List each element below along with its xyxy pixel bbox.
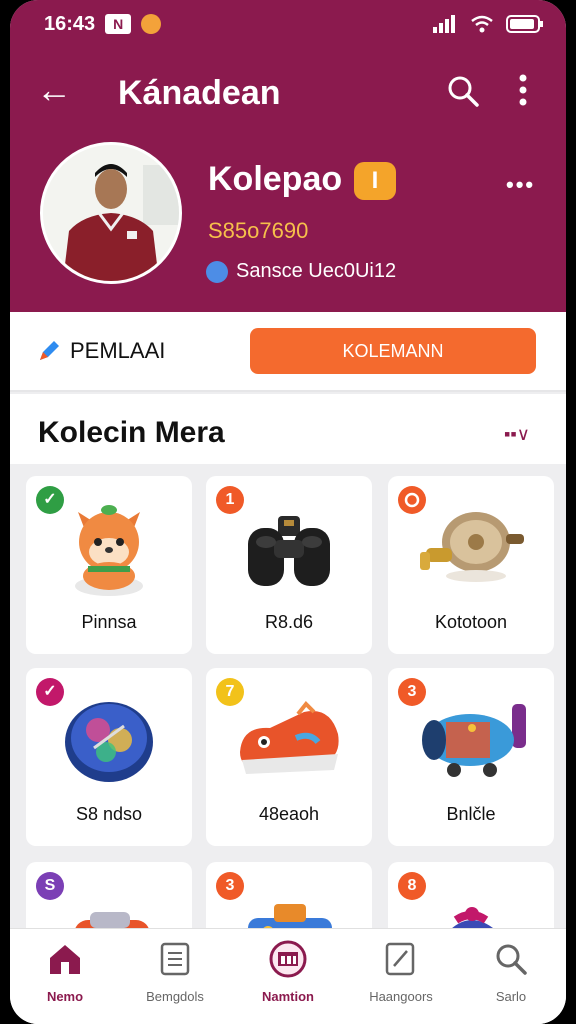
nav-label: Haangoors [369, 989, 433, 1004]
nav-item-collection[interactable]: Namtion [233, 939, 343, 1004]
shoe-toy-icon [240, 701, 339, 774]
status-bar: 16:43 N [44, 10, 544, 38]
notification-icon: N [105, 14, 132, 34]
nav-item-edit[interactable]: Haangoors [346, 939, 456, 1004]
fox-toy-icon [75, 505, 143, 596]
collection-button[interactable]: KOLEMANN [250, 328, 536, 374]
search-icon[interactable] [446, 74, 480, 108]
profile-subtitle: Sansce Uec0Ui12 [206, 260, 396, 283]
app-bar: ← Kánadean [10, 64, 566, 120]
profile-number: S85o7690 [208, 218, 309, 243]
nav-item-documents[interactable]: Bemgdols [120, 939, 230, 1004]
battery-icon [506, 15, 543, 33]
document-icon [160, 942, 190, 976]
back-arrow-icon[interactable]: ← [36, 72, 72, 108]
nav-label: Sarlo [495, 989, 527, 1004]
cannon-toy-icon [422, 704, 526, 777]
card-caption: Kototoon [434, 612, 508, 632]
profile-name: Kolepao [208, 160, 343, 198]
card-caption: Pinnsa [81, 612, 137, 632]
profile-subtitle-text: Sansce Uec0Ui12 [236, 260, 397, 282]
nav-item-search[interactable]: Sarlo [456, 939, 566, 1004]
bottom-navigation: Nemo Bemgdols Namtion Haangoors Sarlo [10, 928, 566, 1024]
edit-profile-label: PEMLAAI [70, 338, 166, 363]
edit-icon [385, 942, 415, 976]
profile-header: 16:43 N ← Kánadean Kolepao I ••• S85o769… [10, 0, 566, 312]
card-caption: S8 ndso [75, 804, 143, 824]
collection-card[interactable]: ✓ Pinnsa [26, 476, 192, 654]
card-caption: 48eaoh [258, 804, 320, 824]
wifi-icon [471, 15, 493, 33]
nav-label: Nemo [46, 989, 84, 1004]
collection-card[interactable]: 3 Bnlčle [388, 668, 554, 846]
collection-card[interactable]: ✓ S8 ndso [26, 668, 192, 846]
location-pin-icon [206, 260, 228, 283]
status-time: 16:43 [44, 12, 96, 35]
more-vertical-icon[interactable] [516, 72, 530, 108]
signal-icon [433, 15, 455, 33]
nav-item-home[interactable]: Nemo [10, 939, 120, 1004]
collection-card[interactable]: Kototoon [388, 476, 554, 654]
nav-label: Namtion [262, 989, 314, 1004]
collection-card[interactable]: 1 R8.d6 [206, 476, 372, 654]
edit-profile-link[interactable]: PEMLAAI [36, 338, 165, 364]
section-title: Kolecin Mera [38, 416, 225, 449]
card-caption: R8.d6 [264, 612, 314, 632]
avatar[interactable] [40, 142, 182, 284]
blue-tin-icon [65, 702, 153, 782]
mechanical-device-icon [420, 512, 524, 582]
app-notification-icon [141, 14, 162, 34]
verified-badge: I [354, 162, 396, 200]
phone-screen: 16:43 N ← Kánadean Kolepao I ••• S85o769… [10, 0, 566, 1024]
binoculars-icon [248, 516, 330, 586]
avatar-portrait-icon [43, 145, 179, 281]
home-icon [50, 945, 80, 974]
section-header: Kolecin Mera ▪▪∨ [10, 394, 566, 464]
profile-options-icon[interactable]: ••• [506, 172, 535, 198]
search-icon [496, 944, 527, 975]
card-caption: Bnlčle [446, 804, 496, 824]
pencil-icon [40, 341, 59, 360]
action-bar: PEMLAAI KOLEMANN [10, 312, 566, 392]
nav-label: Bemgdols [146, 989, 204, 1004]
sort-dropdown-icon[interactable]: ▪▪∨ [504, 424, 530, 445]
collection-icon [269, 940, 307, 978]
collection-card[interactable]: 7 48eaoh [206, 668, 372, 846]
page-title: Kánadean [118, 74, 281, 112]
